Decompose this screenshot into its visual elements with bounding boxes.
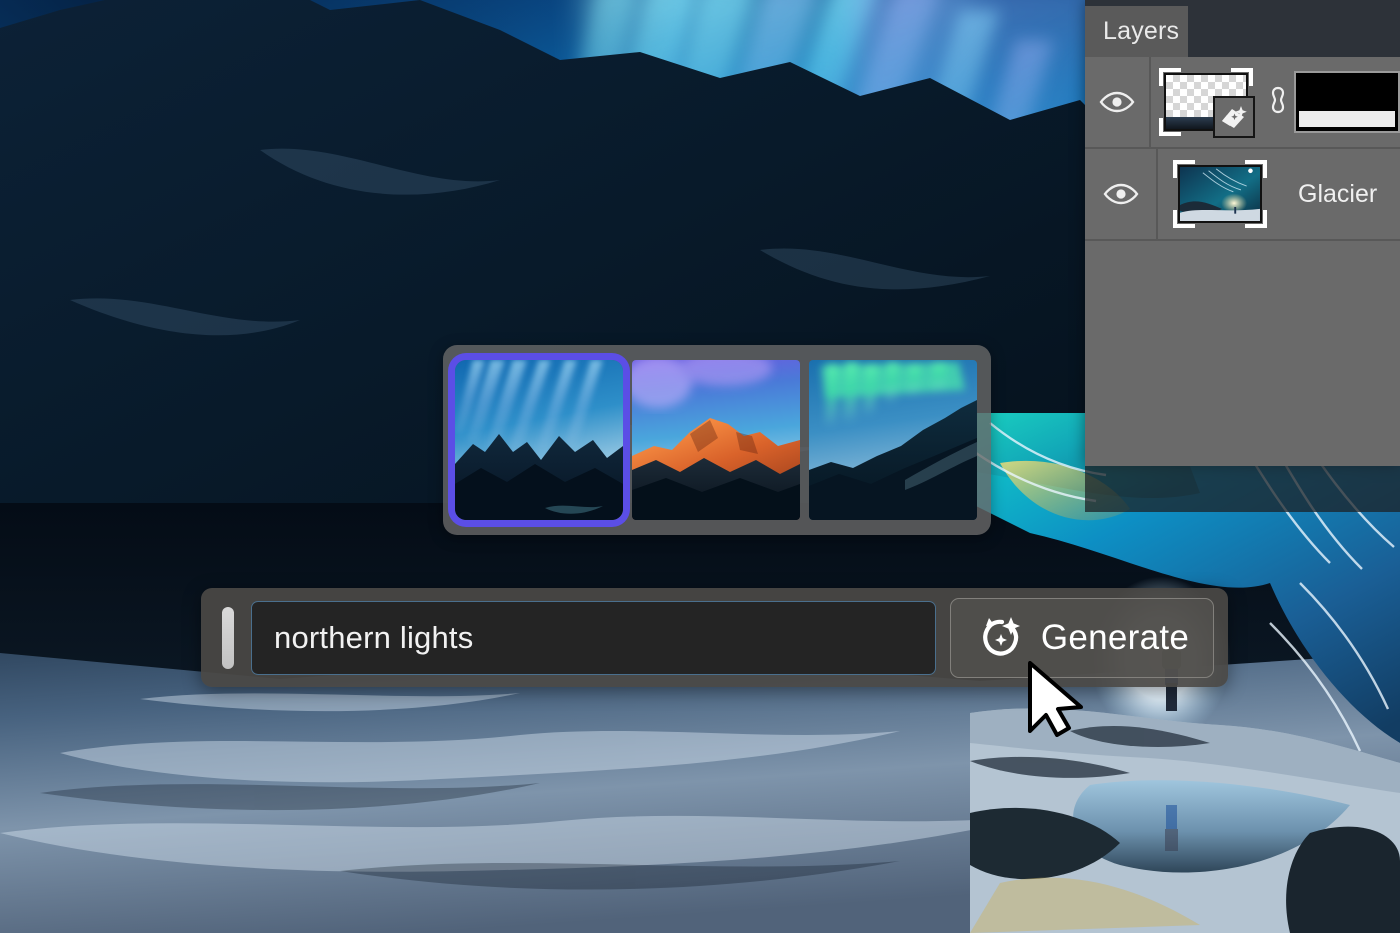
glacier-thumbnail-image — [1180, 167, 1260, 221]
toolbar-drag-handle[interactable] — [222, 606, 234, 669]
prompt-input[interactable]: northern lights — [251, 600, 936, 675]
layer-visibility-toggle-2[interactable] — [1085, 149, 1158, 239]
layers-panel-header: Layers — [1085, 0, 1400, 57]
generative-fill-toolbar: northern lights Generate — [201, 588, 1228, 687]
prompt-input-value: northern lights — [274, 619, 474, 655]
link-chain-icon[interactable] — [1268, 85, 1288, 119]
variations-strip — [443, 345, 991, 535]
variation-2-image — [632, 360, 800, 520]
app-canvas: Layers Glacier northern lights Generate — [0, 0, 1400, 933]
variation-thumbnail-2[interactable] — [632, 360, 800, 520]
layer-row-glacier[interactable]: Glacier — [1085, 149, 1400, 241]
eye-icon — [1103, 183, 1138, 205]
tab-layers[interactable]: Layers — [1085, 6, 1188, 57]
generative-fill-badge-icon — [1213, 96, 1256, 138]
layer-name-glacier: Glacier — [1298, 179, 1378, 208]
generate-button[interactable]: Generate — [950, 597, 1214, 678]
layer-row-generative-fill[interactable] — [1085, 57, 1400, 149]
variation-thumbnail-1[interactable] — [455, 360, 623, 520]
layer-thumbnail-2[interactable] — [1158, 160, 1282, 228]
layers-list: Glacier — [1085, 57, 1400, 466]
layer-thumbnail-1[interactable] — [1151, 68, 1262, 138]
generate-sparkle-refresh-icon — [983, 616, 1020, 656]
layers-panel[interactable]: Layers Glacier — [1085, 0, 1400, 466]
variation-1-image — [455, 360, 623, 520]
layer-mask-thumbnail[interactable] — [1293, 71, 1400, 133]
layers-panel-drop-shadow — [1085, 466, 1400, 512]
variation-thumbnail-3[interactable] — [809, 360, 977, 520]
variation-3-image — [809, 360, 977, 520]
tab-layers-label: Layers — [1103, 17, 1180, 45]
generate-button-label: Generate — [1040, 617, 1190, 657]
eye-icon — [1099, 91, 1135, 113]
layer-visibility-toggle-1[interactable] — [1085, 57, 1151, 147]
